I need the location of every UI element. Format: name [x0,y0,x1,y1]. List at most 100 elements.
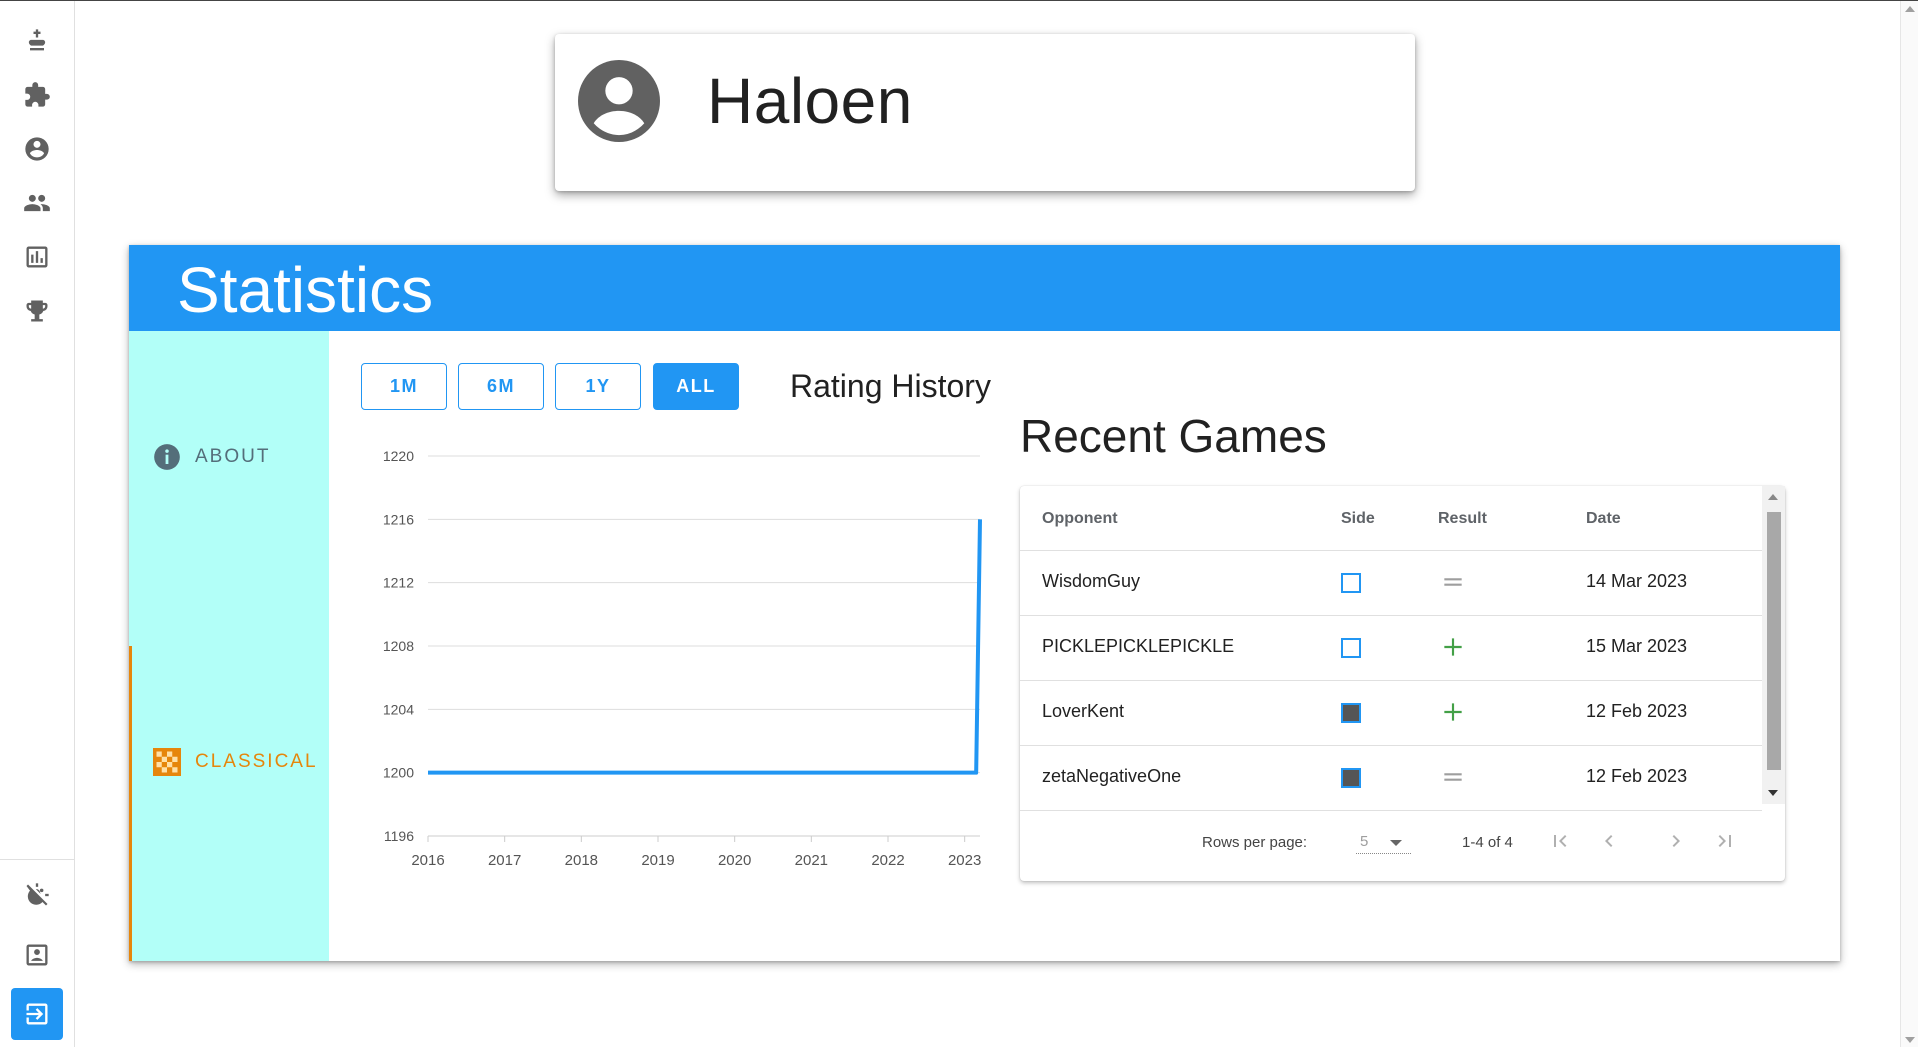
rating-chart-svg: 1196 1200 1204 1208 1212 1216 1220 2016 2017 2018… [383,448,982,869]
pagination-range: 1-4 of 4 [1462,834,1513,851]
chevron-left-icon [1605,835,1613,847]
y-tick-label: 1216 [383,511,414,527]
statistics-header: Statistics [129,245,1840,331]
nav-rail [0,1,75,1047]
x-tick-label: 2022 [871,852,904,869]
chess-king-icon [28,29,46,51]
table-row[interactable]: WisdomGuy 14 Mar 2023 [1020,551,1762,616]
rows-per-page-value: 5 [1360,833,1369,850]
page-scrollbar[interactable] [1900,1,1918,1047]
y-tick-label: 1196 [384,828,414,844]
column-header-result[interactable]: Result [1438,510,1487,528]
scroll-up-arrow-icon[interactable] [1905,6,1915,12]
friends-nav[interactable] [11,177,63,229]
scroll-down-arrow-icon[interactable] [1768,790,1778,796]
y-tick-label: 1212 [383,575,414,591]
draw-equals-icon [1438,567,1468,597]
statistics-nav[interactable] [11,231,63,283]
first-page-icon [1554,835,1567,847]
nav-divider [0,859,75,860]
last-page-button[interactable] [1708,824,1742,858]
scroll-up-arrow-icon[interactable] [1768,494,1778,500]
range-6m-button[interactable]: 6M [458,363,544,410]
y-tick-label: 1220 [383,448,414,464]
contact-icon [26,944,48,966]
recent-games-title: Recent Games [1020,410,1327,462]
game-date: 12 Feb 2023 [1586,766,1688,786]
table-row[interactable]: PICKLEPICKLEPICKLE 15 Mar 2023 [1020,616,1762,681]
range-1y-button[interactable]: 1Y [555,363,641,410]
avatar [578,60,660,142]
draw-equals-icon [1438,762,1468,792]
logout-icon [26,1003,48,1025]
table-row[interactable]: zetaNegativeOne 12 Feb 2023 [1020,746,1762,811]
puzzles-nav[interactable] [11,69,63,121]
table-row[interactable]: LoverKent 12 Feb 2023 [1020,681,1762,746]
trophy-icon [26,300,48,322]
x-tick-label: 2018 [565,852,598,869]
profile-username: Haloen [707,65,913,137]
statistics-side-tabs: ABOUT CLASSICAL [129,331,329,961]
x-tick-label: 2016 [411,852,444,869]
game-date: 15 Mar 2023 [1586,636,1688,656]
black-side-icon [1341,703,1361,723]
range-all-button[interactable]: ALL [653,363,739,410]
table-scrollbar[interactable] [1762,486,1785,804]
statistics-title: Statistics [177,254,434,326]
tab-about-label: ABOUT [195,446,271,467]
info-icon [154,444,180,470]
theme-toggle-button[interactable] [11,869,63,921]
black-side-icon [1341,768,1361,788]
scroll-thumb[interactable] [1767,512,1781,770]
leaderboard-nav[interactable] [11,285,63,337]
x-tick-label: 2023 [948,852,981,869]
last-page-icon [1718,835,1731,847]
active-tab-indicator [129,646,132,961]
y-tick-label: 1208 [383,638,414,654]
tab-classical-label: CLASSICAL [195,751,318,772]
first-page-button[interactable] [1543,824,1577,858]
logout-button[interactable] [11,988,63,1040]
x-tick-label: 2021 [795,852,828,869]
contact-nav[interactable] [11,929,63,981]
rating-history-title: Rating History [790,368,991,404]
white-side-icon [1341,638,1361,658]
y-tick-label: 1204 [383,701,414,717]
puzzle-icon [25,82,50,107]
play-chess-nav[interactable] [11,15,63,67]
chevron-right-icon [1672,835,1680,847]
next-page-button[interactable] [1659,824,1693,858]
profile-card: Haloen [555,34,1415,191]
game-date: 12 Feb 2023 [1586,701,1688,721]
rating-history-chart: 1196 1200 1204 1208 1212 1216 1220 2016 2017 2018… [360,436,990,886]
people-icon [24,194,50,212]
column-header-side[interactable]: Side [1341,510,1375,528]
recent-games-table: Opponent Side Result Date WisdomGuy 14 Ma… [1020,486,1785,881]
previous-page-button[interactable] [1592,824,1626,858]
x-tick-label: 2017 [488,852,521,869]
win-plus-icon [1438,632,1468,662]
tab-about[interactable]: ABOUT [129,427,329,487]
profile-nav[interactable] [11,123,63,175]
white-side-icon [1341,573,1361,593]
game-date: 14 Mar 2023 [1586,571,1688,591]
opponent-name[interactable]: PICKLEPICKLEPICKLE [1042,636,1234,657]
table-header: Opponent Side Result Date [1020,486,1762,551]
win-plus-icon [1438,697,1468,727]
rows-per-page-label: Rows per page: [1202,834,1308,851]
account-circle-icon [25,137,49,161]
theme-toggle-icon [26,883,49,906]
rows-per-page-select[interactable]: 5 [1356,830,1411,854]
column-header-opponent[interactable]: Opponent [1042,510,1118,528]
column-header-date[interactable]: Date [1586,510,1621,528]
x-tick-label: 2020 [718,852,751,869]
tab-classical[interactable]: CLASSICAL [129,732,329,792]
opponent-name[interactable]: LoverKent [1042,701,1124,722]
table-pagination: Rows per page: 5 1-4 of 4 [1020,804,1785,881]
opponent-name[interactable]: WisdomGuy [1042,571,1140,592]
y-tick-label: 1200 [383,765,414,781]
account-circle-icon [578,60,660,142]
scroll-down-arrow-icon[interactable] [1905,1037,1915,1043]
range-1m-button[interactable]: 1M [361,363,447,410]
opponent-name[interactable]: zetaNegativeOne [1042,766,1181,787]
